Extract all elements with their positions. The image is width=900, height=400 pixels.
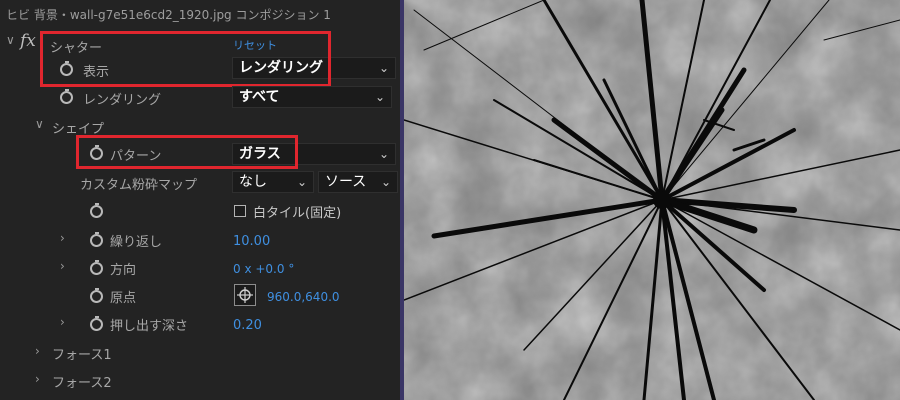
- direction-label: 方向: [110, 263, 137, 278]
- stopwatch-icon[interactable]: [90, 316, 103, 331]
- chevron-right-icon[interactable]: ›: [35, 344, 40, 358]
- chevron-down-icon: ⌄: [378, 61, 389, 75]
- render-label: レンダリング: [83, 93, 162, 108]
- chevron-down-icon: ⌄: [374, 90, 385, 104]
- custom-map-source-dropdown[interactable]: ソース ⌄: [318, 171, 398, 193]
- stopwatch-icon[interactable]: [90, 288, 103, 303]
- render-dropdown[interactable]: すべて ⌄: [232, 86, 392, 108]
- custom-map-source: ソース: [325, 174, 367, 190]
- white-tile-label: 白タイル(固定): [253, 206, 342, 221]
- chevron-down-icon: ⌄: [296, 175, 307, 189]
- force1-label: フォース1: [52, 348, 112, 363]
- chevron-down-icon: ⌄: [380, 175, 391, 189]
- chevron-down-icon: ⌄: [378, 147, 389, 161]
- stopwatch-icon[interactable]: [60, 89, 73, 104]
- repeat-value[interactable]: 10.00: [233, 234, 270, 249]
- custom-map-label: カスタム粉砕マップ: [80, 178, 198, 193]
- custom-map-dropdown[interactable]: なし ⌄: [232, 171, 314, 193]
- highlight-box-display: [40, 31, 331, 87]
- direction-value[interactable]: 0 x +0.0 °: [233, 262, 294, 276]
- origin-value[interactable]: 960.0,640.0: [267, 290, 340, 304]
- stopwatch-icon[interactable]: [90, 232, 103, 247]
- effect-controls-panel: ヒビ 背景・wall-g7e51e6cd2_1920.jpg コンポジション 1…: [0, 0, 400, 400]
- chevron-right-icon[interactable]: ›: [60, 315, 65, 329]
- chevron-right-icon[interactable]: ›: [35, 372, 40, 386]
- render-value: すべて: [239, 89, 280, 105]
- effect-collapse-toggle[interactable]: ∨: [6, 33, 15, 47]
- shattered-glass-preview: [404, 0, 900, 400]
- panel-title: ヒビ 背景・wall-g7e51e6cd2_1920.jpg コンポジション 1: [6, 8, 331, 22]
- chevron-right-icon[interactable]: ›: [60, 231, 65, 245]
- chevron-right-icon[interactable]: ›: [60, 259, 65, 273]
- white-tile-checkbox[interactable]: [234, 205, 246, 217]
- shape-collapse-toggle[interactable]: ∨: [35, 117, 44, 131]
- repeat-label: 繰り返し: [110, 235, 163, 250]
- stopwatch-icon[interactable]: [90, 203, 103, 218]
- custom-map-value: なし: [239, 174, 267, 190]
- stopwatch-icon[interactable]: [90, 260, 103, 275]
- force2-label: フォース2: [52, 376, 112, 391]
- extrude-label: 押し出す深さ: [110, 319, 189, 334]
- composition-preview[interactable]: [404, 0, 900, 400]
- crosshair-icon[interactable]: [234, 284, 256, 306]
- fx-icon[interactable]: fx: [20, 31, 36, 51]
- origin-label: 原点: [110, 291, 137, 306]
- extrude-value[interactable]: 0.20: [233, 318, 262, 333]
- highlight-box-pattern: [76, 135, 298, 169]
